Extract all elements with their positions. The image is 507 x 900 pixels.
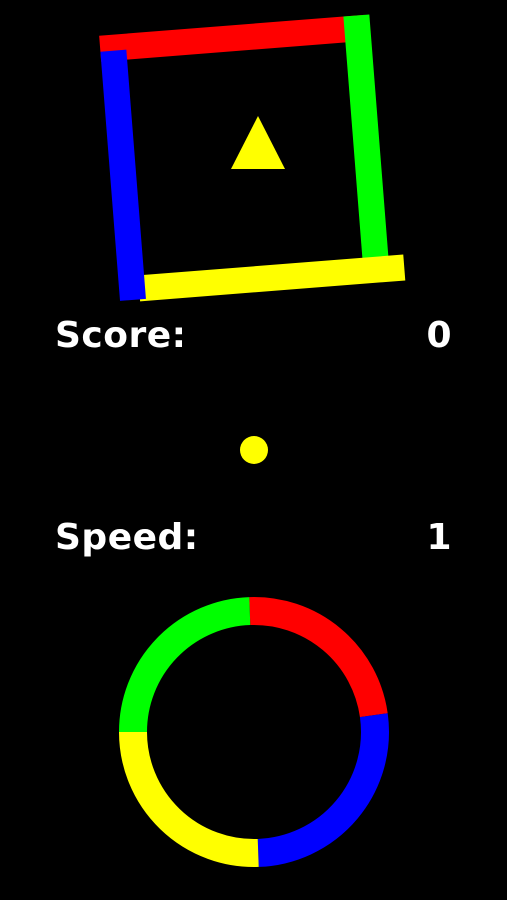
player-ball [240,436,268,464]
ring-segment-green [119,597,251,733]
ring-obstacle [119,597,389,867]
ring-segment-yellow [119,731,259,867]
star-triangle-icon [231,116,285,169]
square-side-top [99,14,367,62]
speed-value: 1 [426,517,452,558]
square-side-right [343,14,391,282]
ring-segment-red [249,597,388,718]
square-side-bottom [138,254,406,302]
speed-label: Speed: [55,517,199,558]
game-canvas[interactable] [0,0,507,900]
score-value: 0 [426,315,452,356]
score-label: Score: [55,315,187,356]
ring-segment-blue [257,713,389,867]
game-screen[interactable]: { "hud": { "score_label": "Score:", "sco… [0,0,507,900]
square-side-left [100,49,146,301]
